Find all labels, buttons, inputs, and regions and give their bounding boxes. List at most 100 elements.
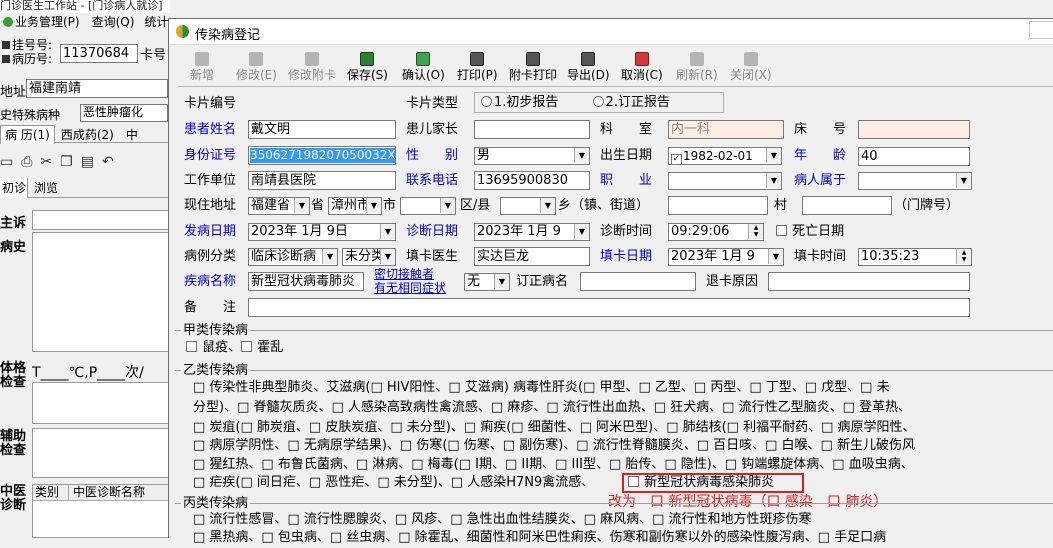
parent-input[interactable] xyxy=(474,120,590,139)
close-contact-label[interactable]: 密切接触者 有无相同症状 xyxy=(374,267,446,295)
diagnosis-time-label: 诊断时间 xyxy=(600,224,653,239)
city-select[interactable]: 漳州市 ▼ xyxy=(328,197,382,215)
diagnosis-date-label: 诊断日期 xyxy=(406,224,459,239)
cancel-button[interactable]: 取消(C) xyxy=(621,52,663,82)
class-c-section: 丙类传染病 xyxy=(175,495,1053,513)
district-suffix: 区/县 xyxy=(460,198,491,213)
age-input[interactable]: 40 xyxy=(858,147,970,166)
card-type-initial-radio[interactable]: 1.初步报告 xyxy=(481,95,558,110)
menu-query[interactable]: 查询(Q) xyxy=(92,15,135,29)
printer-icon[interactable]: ⎙ xyxy=(21,154,40,170)
export-button[interactable]: 导出(D) xyxy=(567,52,610,82)
town-suffix: 乡（镇、街道） xyxy=(558,198,650,213)
close-contact-select[interactable]: 无 ▼ xyxy=(464,273,510,291)
birth-date-checkbox[interactable]: ✓ xyxy=(671,154,682,164)
chief-complaint-label: 主诉 xyxy=(0,216,27,231)
auxiliary-exam-input[interactable] xyxy=(32,428,170,478)
class-b-line-1[interactable]: □ 传染性非典型肺炎、艾滋病(□ HIV阳性、□ 艾滋病) 病毒性肝炎(□ 甲型… xyxy=(193,378,890,398)
print-attached-card-button[interactable]: 附卡打印 xyxy=(509,52,557,82)
phone-input[interactable]: 13695900830 xyxy=(474,171,590,190)
fill-time-spinner[interactable]: 10:35:23 ▲ ▼ xyxy=(858,248,972,266)
edit-attached-card-button[interactable]: 修改附卡 xyxy=(288,52,336,82)
class-b-line-4[interactable]: □ 病原学阴性、□ 无病原学结果)、□ 伤寒(□ 伤寒、□ 副伤寒)、□ 流行性… xyxy=(193,436,915,456)
physical-exam-input[interactable] xyxy=(32,382,170,424)
print-button[interactable]: 打印(P) xyxy=(457,52,498,82)
reg-number-input[interactable]: 11370684 xyxy=(60,44,138,63)
patient-belongs-select[interactable]: ▼ xyxy=(858,172,972,190)
plague-checkbox[interactable]: 鼠疫、 xyxy=(186,340,241,355)
diagnosis-date-picker[interactable]: 2023年 1月 9 ▼ xyxy=(474,223,590,241)
tab-medical-record[interactable]: 病 历(1) xyxy=(0,125,55,144)
menu-stats[interactable]: 统计 xyxy=(144,15,168,29)
class-a-options: 鼠疫、 霍乱 xyxy=(186,338,283,358)
remark-input[interactable] xyxy=(248,298,970,317)
occupation-select[interactable]: ▼ xyxy=(668,172,782,190)
district-select[interactable]: ▼ xyxy=(400,197,456,215)
onset-date-picker[interactable]: 2023年 1月 9日 ▼ xyxy=(248,223,396,241)
class-b-line-6[interactable]: □ 疟疾(□ 间日疟、□ 恶性疟、□ 未分型)、□ 人感染H7N9禽流感、 xyxy=(193,473,594,493)
class-b-line-5[interactable]: □ 猩红热、□ 布鲁氏菌病、□ 淋病、□ 梅毒(□ I期、□ II期、□ III… xyxy=(193,455,914,475)
bed-input[interactable] xyxy=(858,120,970,139)
class-c-line-1[interactable]: □ 流行性感冒、□ 流行性腮腺炎、□ 风疹、□ 急性出血性结膜炎、□ 麻风病、□… xyxy=(193,510,812,530)
case-type-select[interactable]: 临床诊断病 ▼ xyxy=(248,248,338,266)
work-unit-input[interactable]: 南靖县医院 xyxy=(248,171,396,190)
close-icon[interactable] xyxy=(1029,21,1053,39)
main-menu-bar: 业务管理(P) 查询(Q) 统计 xyxy=(0,13,170,31)
save-button[interactable]: 保存(S) xyxy=(347,52,388,82)
address-input[interactable]: 福建南靖 xyxy=(26,79,168,98)
refresh-button[interactable]: 刷新(R) xyxy=(676,52,718,82)
edit-button[interactable]: 修改(E) xyxy=(236,52,277,82)
class-c-line-2[interactable]: □ 黑热病、□ 包虫病、□ 丝虫病、□ 除霍乱、细菌性和阿米巴性痢疾、伤寒和副伤… xyxy=(193,528,886,548)
cut-icon[interactable]: ✂ xyxy=(40,154,60,170)
class-b-line-3[interactable]: □ 炭疽(□ 肺炭疽、□ 皮肤炭疽、□ 未分型)、□ 痢疾(□ 细菌性、□ 阿米… xyxy=(193,418,916,438)
tab-first-visit[interactable]: 初诊 xyxy=(0,178,28,198)
covid-pneumonia-highlight[interactable]: 新型冠状病毒感染肺炎 xyxy=(622,473,804,493)
cholera-checkbox[interactable]: 霍乱 xyxy=(241,340,283,355)
patient-name-input[interactable]: 戴文明 xyxy=(248,120,396,139)
birth-date-picker[interactable]: ✓ 1982-02-01 ▼ xyxy=(668,147,782,165)
undo-icon[interactable]: ↶ xyxy=(102,154,122,170)
patient-id-labels: 挂号号: 病历号: xyxy=(2,38,52,66)
card-type-revised-radio[interactable]: 2.订正报告 xyxy=(592,95,670,110)
sex-select[interactable]: 男 ▼ xyxy=(474,147,590,165)
return-reason-input[interactable] xyxy=(768,272,970,291)
history-input[interactable] xyxy=(32,232,170,352)
death-date-toggle[interactable]: 死亡日期 xyxy=(776,224,844,240)
town-select[interactable]: ▼ xyxy=(500,197,556,215)
main-window: 门诊医生工作站 - [门诊病人就诊] 业务管理(P) 查询(Q) 统计 挂号号: 病… xyxy=(0,0,170,538)
menu-business[interactable]: 业务管理(P) xyxy=(15,15,80,29)
chevron-down-icon: ▼ xyxy=(494,274,509,289)
revised-disease-input[interactable] xyxy=(580,272,696,291)
occupation-label: 职 业 xyxy=(600,173,653,188)
class-b-line-2[interactable]: 分型)、□ 脊髓灰质炎、□ 人感染高致病性禽流感、□ 麻疹、□ 流行性出血热、□… xyxy=(193,398,911,418)
chief-complaint-input[interactable] xyxy=(32,210,170,230)
reporting-doctor-label: 填卡医生 xyxy=(406,249,459,264)
id-number-label: 身份证号 xyxy=(184,148,237,163)
tcm-diagnosis-table[interactable]: 类别 中医诊断名称 xyxy=(32,484,170,538)
tab-browse[interactable]: 浏览 xyxy=(28,178,58,198)
fill-date-picker[interactable]: 2023年 1月 9 ▼ xyxy=(668,248,784,266)
export-icon xyxy=(581,52,596,66)
new-button[interactable]: 新增 xyxy=(190,52,214,82)
folder-icon[interactable]: ▭ xyxy=(0,154,21,170)
province-select[interactable]: 福建省 ▼ xyxy=(248,197,310,215)
case-subtype-select[interactable]: 未分类 ▼ xyxy=(342,248,396,266)
copy-icon[interactable]: ❐ xyxy=(60,154,81,170)
revision-annotation: 改为 口 新型冠状病毒（口 感染 口 肺炎） xyxy=(608,494,888,510)
special-disease-select[interactable]: 恶性肿瘤化 xyxy=(80,104,168,122)
disease-name-input[interactable]: 新型冠状病毒肺炎 xyxy=(248,272,364,291)
paste-icon[interactable]: ▤ xyxy=(81,154,102,170)
village-input[interactable] xyxy=(668,196,768,215)
close-door-icon xyxy=(743,52,758,66)
id-number-input[interactable]: 350627198207050032X xyxy=(248,146,396,165)
close-button[interactable]: 关闭(X) xyxy=(730,52,772,82)
confirm-button[interactable]: 确认(O) xyxy=(402,52,445,82)
diagnosis-time-spinner[interactable]: 09:29:06 ▲ ▼ xyxy=(668,223,764,241)
tab-western-medicine[interactable]: 西成药(2) xyxy=(55,126,120,144)
vitals-text: T____℃,P____次/ xyxy=(32,365,144,381)
death-date-checkbox[interactable] xyxy=(776,225,787,236)
reporting-doctor-input[interactable]: 实达巨龙 xyxy=(474,247,590,266)
house-number-input[interactable] xyxy=(802,196,892,215)
tab-chinese-medicine[interactable]: 中 xyxy=(120,126,144,144)
department-input[interactable]: 内一科 xyxy=(668,120,784,139)
